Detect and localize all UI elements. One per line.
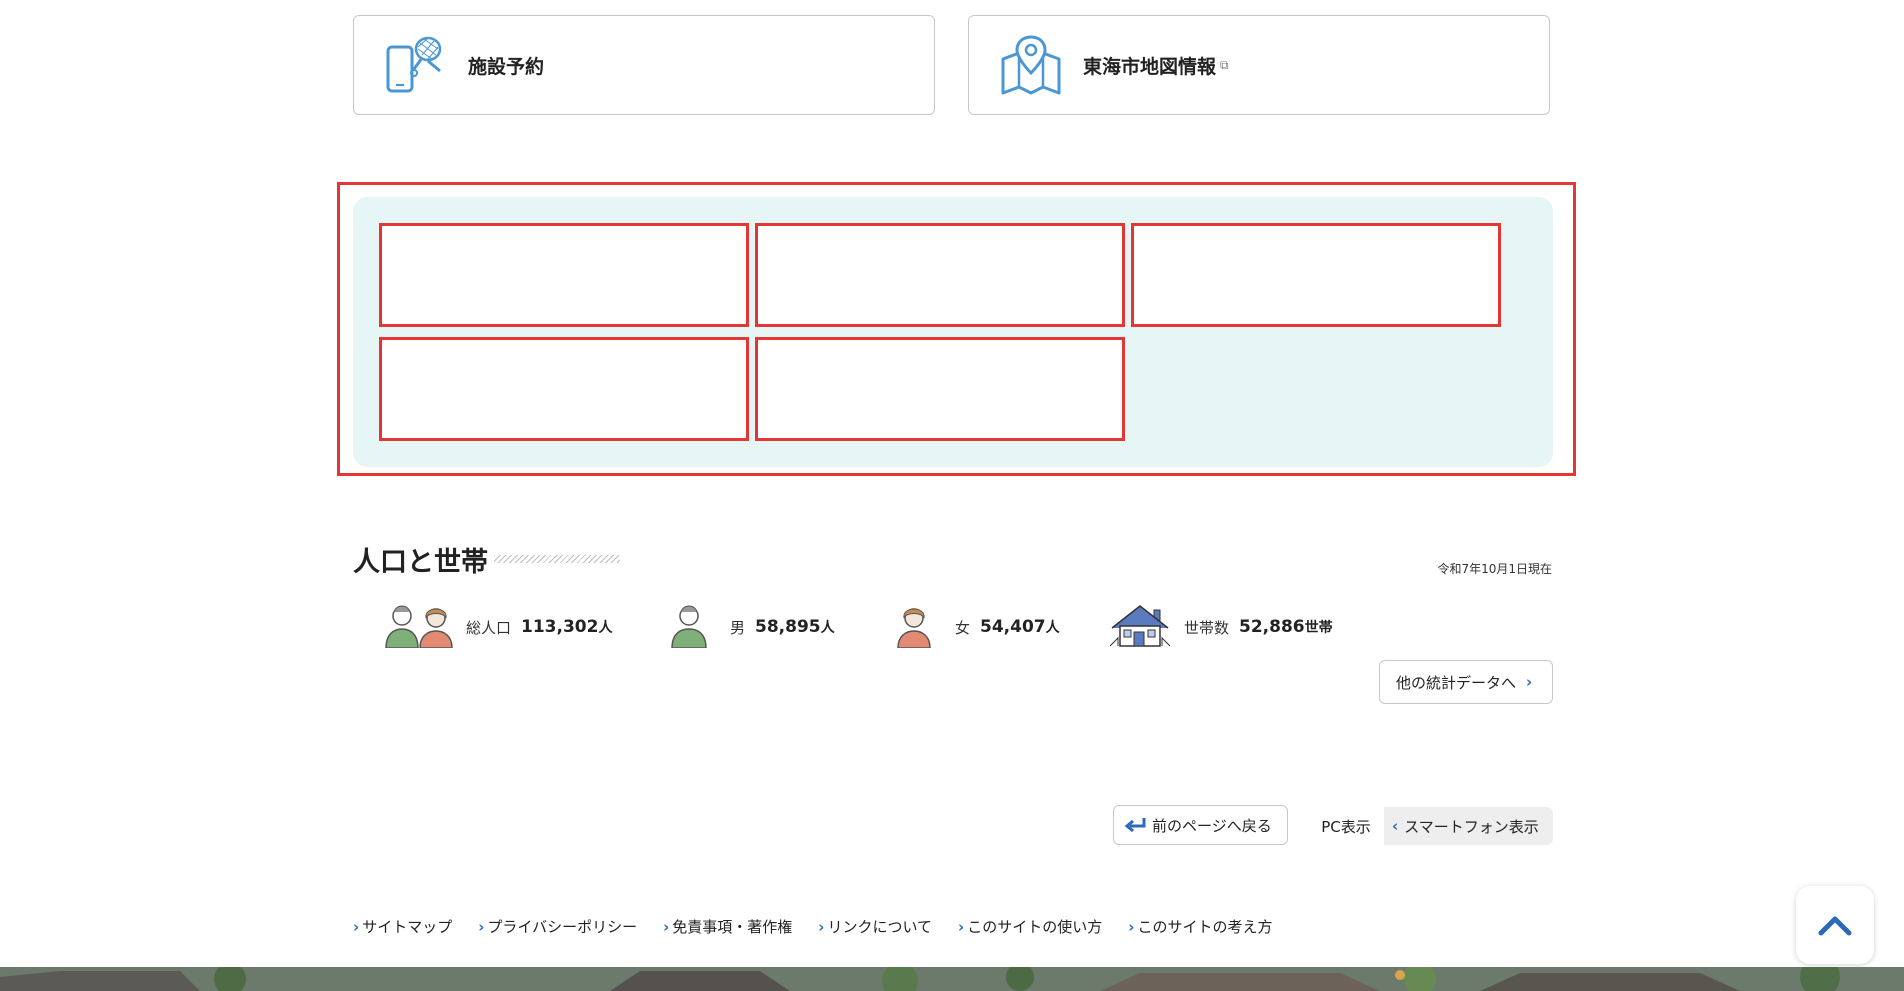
footer-link-label: プライバシーポリシー [487, 918, 638, 936]
house-icon [1109, 602, 1171, 652]
footer-link-links[interactable]: › リンクについて [818, 916, 932, 937]
population-title: 人口と世帯 [353, 547, 488, 578]
chevron-left-icon: ‹ [1392, 817, 1399, 835]
footer-links: › サイトマップ › プライバシーポリシー › 免責事項・著作権 › リンクについて ›… [353, 916, 1298, 937]
pc-view-button[interactable]: PC表示 [1308, 807, 1384, 845]
chevron-right-icon: › [1128, 917, 1135, 936]
stat-label: 世帯数 [1184, 618, 1230, 637]
family-icon [382, 602, 458, 652]
banner-slot[interactable] [379, 337, 749, 441]
woman-icon [893, 602, 935, 652]
pc-view-label: PC表示 [1321, 817, 1371, 836]
chevron-right-icon: › [818, 917, 825, 936]
stat-unit: 世帯 [1304, 620, 1333, 636]
stat-unit: 人 [820, 620, 835, 636]
smartphone-view-button[interactable]: ‹ スマートフォン表示 [1392, 807, 1539, 845]
stat-label: 総人口 [466, 618, 512, 637]
external-link-icon: ⧉ [1220, 57, 1229, 72]
stat-female: 女 54,407 人 [893, 603, 1060, 651]
chevron-right-icon: › [1526, 673, 1533, 691]
stat-unit: 人 [598, 620, 613, 636]
chevron-right-icon: › [353, 917, 360, 936]
stat-value: 113,302 [521, 617, 599, 637]
scroll-to-top-button[interactable] [1796, 886, 1874, 964]
chevron-right-icon: › [663, 917, 670, 936]
man-icon [668, 602, 710, 652]
chevron-right-icon: › [478, 917, 485, 936]
footer-link-privacy[interactable]: › プライバシーポリシー [478, 916, 637, 937]
footer-link-label: このサイトの使い方 [967, 918, 1103, 936]
footer-link-usage[interactable]: › このサイトの使い方 [958, 916, 1102, 937]
stat-label: 女 [955, 618, 971, 637]
title-decoration [494, 555, 620, 563]
footer-link-disclaimer[interactable]: › 免責事項・著作権 [663, 916, 792, 937]
map-info-card[interactable]: 東海市地図情報 ⧉ [968, 15, 1550, 115]
smartphone-view-label: スマートフォン表示 [1404, 817, 1539, 836]
banner-slot[interactable] [379, 223, 749, 327]
chevron-right-icon: › [958, 917, 965, 936]
more-statistics-label: 他の統計データへ [1396, 673, 1517, 692]
footer-link-label: リンクについて [827, 918, 933, 936]
stat-label: 男 [730, 618, 746, 637]
tennis-racket-phone-icon [382, 31, 450, 99]
stat-value: 54,407 [980, 617, 1046, 637]
view-toggle: PC表示 ‹ スマートフォン表示 [1308, 807, 1553, 845]
stat-households: 世帯数 52,886 世帯 [1109, 602, 1333, 652]
stat-unit: 人 [1045, 620, 1060, 636]
stat-total-population: 総人口 113,302 人 [382, 603, 612, 651]
map-pin-icon [997, 31, 1065, 99]
stat-male: 男 58,895 人 [668, 603, 835, 651]
stat-value: 52,886 [1239, 617, 1305, 637]
stat-value: 58,895 [755, 617, 821, 637]
more-statistics-button[interactable]: 他の統計データへ › [1379, 660, 1553, 704]
map-info-label: 東海市地図情報 [1083, 55, 1217, 78]
return-arrow-icon [1124, 816, 1146, 834]
footer-link-label: このサイトの考え方 [1137, 918, 1273, 936]
footer-photo [0, 967, 1904, 991]
facility-reservation-label: 施設予約 [468, 55, 545, 78]
footer-link-policy[interactable]: › このサイトの考え方 [1128, 916, 1272, 937]
banner-slot[interactable] [755, 223, 1125, 327]
footer-link-sitemap[interactable]: › サイトマップ [353, 916, 452, 937]
back-label: 前のページへ戻る [1152, 816, 1272, 835]
back-button[interactable]: 前のページへ戻る [1113, 805, 1288, 845]
footer-link-label: サイトマップ [362, 918, 453, 936]
footer-link-label: 免責事項・著作権 [672, 918, 793, 936]
chevron-up-icon [1818, 914, 1852, 936]
facility-reservation-card[interactable]: 施設予約 [353, 15, 935, 115]
banner-slot[interactable] [755, 337, 1125, 441]
population-date: 令和7年10月1日現在 [1437, 562, 1552, 576]
banner-slot[interactable] [1131, 223, 1501, 327]
